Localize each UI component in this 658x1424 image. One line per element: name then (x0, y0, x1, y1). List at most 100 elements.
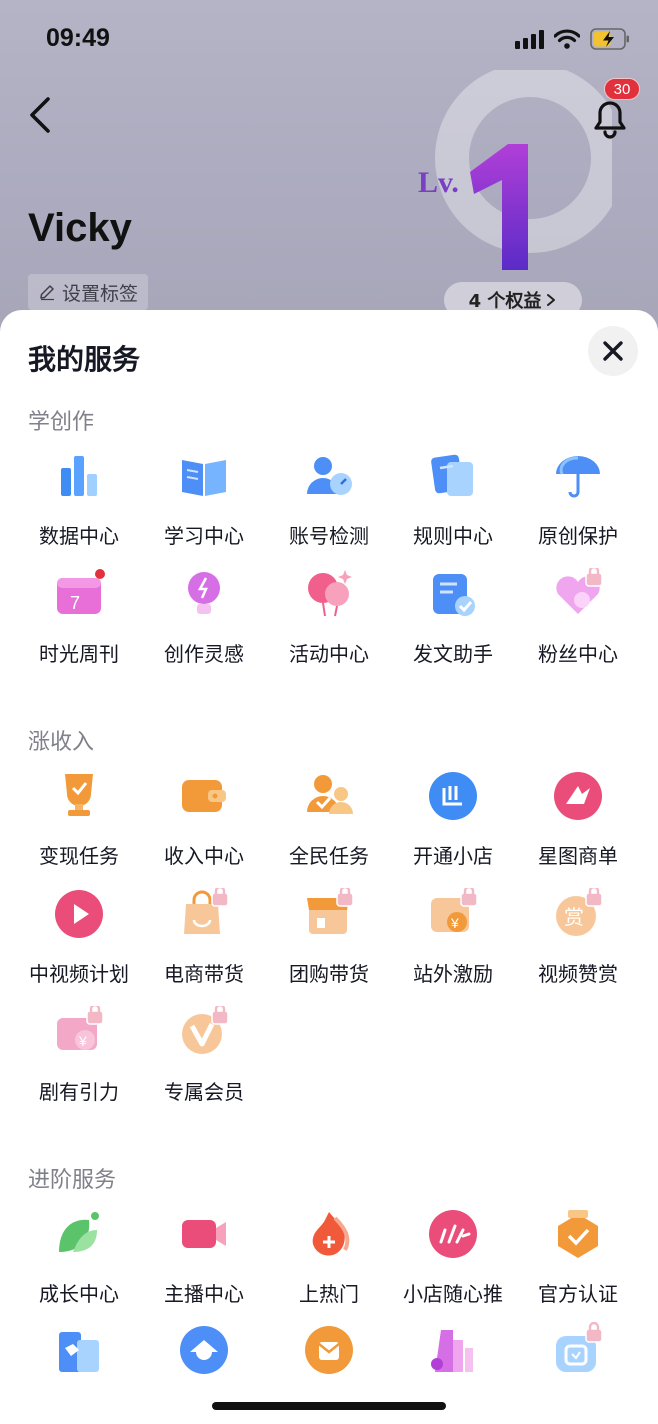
service-item-account-check[interactable]: 账号检测 (266, 450, 392, 560)
pencil-icon (40, 285, 54, 301)
service-item-label: 主播中心 (164, 1282, 244, 1306)
service-item-post-assistant[interactable]: 发文助手 (390, 568, 516, 678)
service-item-growth-leaf[interactable]: 成长中心 (16, 1208, 142, 1318)
service-item-official-verify[interactable]: 官方认证 (515, 1208, 641, 1318)
service-item-drama-gravity[interactable]: ¥ 剧有引力 (16, 1006, 142, 1116)
section-title-income: 涨收入 (28, 730, 95, 755)
service-item-inspiration-bulb[interactable]: 创作灵感 (141, 568, 267, 678)
rules-center-icon (427, 450, 479, 502)
weekly-calendar-icon: 7 (53, 568, 105, 620)
service-item-video-tip[interactable]: 赏 视频赞赏 (515, 888, 641, 998)
service-item-learning-center[interactable]: 学习中心 (141, 450, 267, 560)
cellular-signal-icon (515, 29, 544, 49)
service-item-public-task[interactable]: 全民任务 (266, 770, 392, 880)
service-item-star-map[interactable]: 星图商单 (515, 770, 641, 880)
ecommerce-bag-icon (178, 888, 230, 940)
service-item-ecommerce-bag[interactable]: 电商带货 (141, 888, 267, 998)
notification-count-badge: 30 (604, 78, 640, 100)
sheet-title: 我的服务 (28, 343, 141, 376)
inspiration-bulb-icon (178, 568, 230, 620)
official-verify-icon (552, 1208, 604, 1260)
service-item-label: 账号检测 (289, 524, 369, 548)
partial-mail-icon (303, 1322, 355, 1374)
anchor-camera-icon (178, 1208, 230, 1260)
service-item-label: 视频赞赏 (538, 962, 618, 986)
partial-building-icon (53, 1322, 105, 1374)
shop-promote-icon (427, 1208, 479, 1260)
partial-cloud-icon (178, 1322, 230, 1374)
service-item-data-center[interactable]: 数据中心 (16, 450, 142, 560)
fans-center-icon (552, 568, 604, 620)
service-item-trending-flame[interactable]: 上热门 (266, 1208, 392, 1318)
group-buy-icon (303, 888, 355, 940)
set-tag-button[interactable]: 设置标签 (28, 274, 149, 310)
notification-bell-button[interactable] (588, 96, 632, 140)
wifi-icon (554, 29, 580, 49)
service-item-label: 开通小店 (413, 844, 493, 868)
exclusive-member-icon (178, 1006, 230, 1058)
learning-center-icon (178, 450, 230, 502)
drama-gravity-icon: ¥ (53, 1006, 105, 1058)
service-item-label: 全民任务 (289, 844, 369, 868)
status-icons (515, 28, 630, 50)
svg-text:¥: ¥ (450, 915, 459, 931)
service-item-label: 小店随心推 (403, 1282, 503, 1306)
service-item-label: 专属会员 (164, 1080, 244, 1104)
service-item-shop-promote[interactable]: 小店随心推 (390, 1208, 516, 1318)
service-item-anchor-camera[interactable]: 主播中心 (141, 1208, 267, 1318)
service-item-label: 时光周刊 (39, 642, 119, 666)
service-item-open-shop[interactable]: 开通小店 (390, 770, 516, 880)
account-check-icon (303, 450, 355, 502)
svg-text:¥: ¥ (78, 1033, 87, 1049)
service-item-rules-center[interactable]: 规则中心 (390, 450, 516, 560)
service-item-partial[interactable] (16, 1322, 142, 1424)
service-item-offsite-incentive[interactable]: ¥ 站外激励 (390, 888, 516, 998)
open-shop-icon (427, 770, 479, 822)
activity-balloon-icon (303, 568, 355, 620)
service-item-label: 收入中心 (164, 844, 244, 868)
service-item-label: 变现任务 (39, 844, 119, 868)
post-assistant-icon (427, 568, 479, 620)
service-item-income-wallet[interactable]: 收入中心 (141, 770, 267, 880)
service-item-exclusive-member[interactable]: 专属会员 (141, 1006, 267, 1116)
service-item-label: 活动中心 (289, 642, 369, 666)
data-center-icon (53, 450, 105, 502)
home-indicator[interactable] (212, 1402, 446, 1410)
originality-protection-icon (552, 450, 604, 502)
service-item-label: 官方认证 (538, 1282, 618, 1306)
close-button[interactable] (588, 326, 638, 376)
svg-text:赏: 赏 (564, 905, 584, 929)
growth-leaf-icon (53, 1208, 105, 1260)
service-item-label: 星图商单 (538, 844, 618, 868)
profile-header: 09:49 Lv. 30 Vicky 设置标签 4 个权益 (0, 0, 658, 340)
section-title-advanced: 进阶服务 (28, 1168, 117, 1193)
service-item-originality-protection[interactable]: 原创保护 (515, 450, 641, 560)
service-item-partial[interactable] (515, 1322, 641, 1424)
income-wallet-icon (178, 770, 230, 822)
service-item-medium-video[interactable]: 中视频计划 (16, 888, 142, 998)
medium-video-icon (53, 888, 105, 940)
partial-flask-icon (427, 1322, 479, 1374)
service-item-fans-center[interactable]: 粉丝中心 (515, 568, 641, 678)
partial-frame-icon (552, 1322, 604, 1374)
service-item-activity-balloon[interactable]: 活动中心 (266, 568, 392, 678)
back-button[interactable] (26, 96, 56, 134)
trending-flame-icon (303, 1208, 355, 1260)
chevron-left-icon (30, 97, 50, 133)
set-tag-label: 设置标签 (62, 282, 139, 305)
status-time: 09:49 (46, 24, 110, 52)
monetize-trophy-icon (53, 770, 105, 822)
video-tip-icon: 赏 (552, 888, 604, 940)
close-icon (603, 341, 623, 361)
level-badge-art: Lv. (412, 63, 625, 280)
service-item-label: 团购带货 (289, 962, 369, 986)
service-item-group-buy[interactable]: 团购带货 (266, 888, 392, 998)
service-item-label: 粉丝中心 (538, 642, 618, 666)
service-item-weekly-calendar[interactable]: 7 时光周刊 (16, 568, 142, 678)
service-item-monetize-trophy[interactable]: 变现任务 (16, 770, 142, 880)
chevron-right-icon (547, 294, 556, 306)
service-item-label: 发文助手 (413, 642, 493, 666)
offsite-incentive-icon: ¥ (427, 888, 479, 940)
service-item-label: 成长中心 (39, 1282, 119, 1306)
username: Vicky (28, 206, 132, 250)
